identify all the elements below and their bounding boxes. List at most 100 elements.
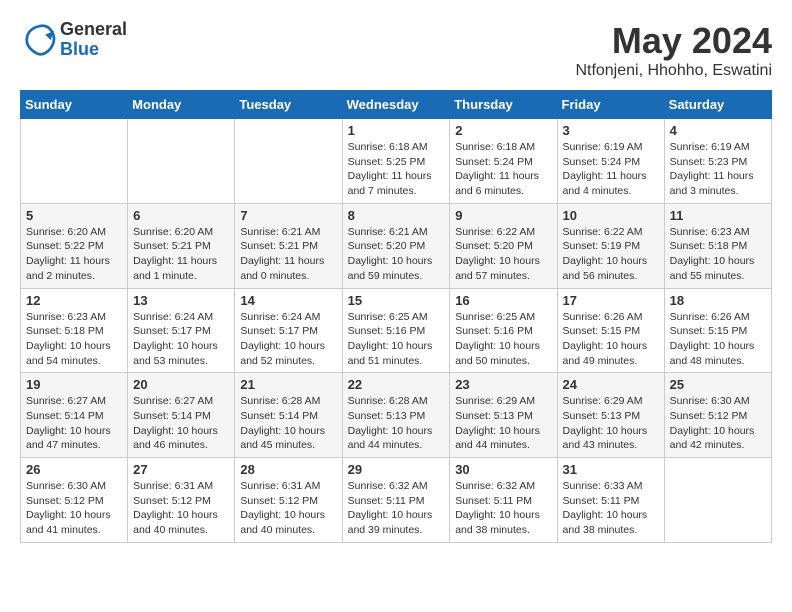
day-number: 11 xyxy=(670,208,766,223)
calendar-cell: 21 Sunrise: 6:28 AMSunset: 5:14 PMDayligh… xyxy=(235,373,342,458)
day-info: Sunrise: 6:19 AMSunset: 5:23 PMDaylight:… xyxy=(670,140,766,199)
calendar-cell: 2 Sunrise: 6:18 AMSunset: 5:24 PMDaylight… xyxy=(450,119,557,204)
subtitle: Ntfonjeni, Hhohho, Eswatini xyxy=(575,62,772,80)
calendar-cell: 11 Sunrise: 6:23 AMSunset: 5:18 PMDayligh… xyxy=(664,203,771,288)
day-info: Sunrise: 6:26 AMSunset: 5:15 PMDaylight:… xyxy=(563,310,659,369)
calendar-cell xyxy=(235,119,342,204)
calendar-cell: 31 Sunrise: 6:33 AMSunset: 5:11 PMDayligh… xyxy=(557,458,664,543)
day-number: 2 xyxy=(455,123,551,138)
day-info: Sunrise: 6:21 AMSunset: 5:21 PMDaylight:… xyxy=(240,225,336,284)
calendar-cell: 13 Sunrise: 6:24 AMSunset: 5:17 PMDayligh… xyxy=(128,288,235,373)
calendar-cell: 1 Sunrise: 6:18 AMSunset: 5:25 PMDaylight… xyxy=(342,119,450,204)
header-sunday: Sunday xyxy=(21,91,128,119)
calendar-cell: 25Sunrise: 6:30 AMSunset: 5:12 PMDayligh… xyxy=(664,373,771,458)
day-info: Sunrise: 6:30 AMSunset: 5:12 PMDaylight:… xyxy=(26,479,122,538)
day-number: 5 xyxy=(26,208,122,223)
calendar-cell: 19Sunrise: 6:27 AMSunset: 5:14 PMDayligh… xyxy=(21,373,128,458)
day-number: 1 xyxy=(348,123,445,138)
day-number: 30 xyxy=(455,462,551,477)
calendar-cell: 4 Sunrise: 6:19 AMSunset: 5:23 PMDaylight… xyxy=(664,119,771,204)
calendar-cell: 28 Sunrise: 6:31 AMSunset: 5:12 PMDayligh… xyxy=(235,458,342,543)
day-number: 21 xyxy=(240,377,336,392)
day-info: Sunrise: 6:31 AMSunset: 5:12 PMDaylight:… xyxy=(133,479,229,538)
day-info: Sunrise: 6:25 AMSunset: 5:16 PMDaylight:… xyxy=(455,310,551,369)
logo: General Blue xyxy=(20,20,127,60)
day-info: Sunrise: 6:18 AMSunset: 5:24 PMDaylight:… xyxy=(455,140,551,199)
header-monday: Monday xyxy=(128,91,235,119)
header-wednesday: Wednesday xyxy=(342,91,450,119)
day-info: Sunrise: 6:24 AMSunset: 5:17 PMDaylight:… xyxy=(240,310,336,369)
day-number: 9 xyxy=(455,208,551,223)
day-number: 16 xyxy=(455,293,551,308)
logo-blue: Blue xyxy=(60,40,127,60)
day-info: Sunrise: 6:29 AMSunset: 5:13 PMDaylight:… xyxy=(455,394,551,453)
day-info: Sunrise: 6:24 AMSunset: 5:17 PMDaylight:… xyxy=(133,310,229,369)
calendar-cell: 23 Sunrise: 6:29 AMSunset: 5:13 PMDayligh… xyxy=(450,373,557,458)
day-info: Sunrise: 6:29 AMSunset: 5:13 PMDaylight:… xyxy=(563,394,659,453)
day-info: Sunrise: 6:26 AMSunset: 5:15 PMDaylight:… xyxy=(670,310,766,369)
calendar-table: SundayMondayTuesdayWednesdayThursdayFrid… xyxy=(20,90,772,543)
calendar-cell: 22 Sunrise: 6:28 AMSunset: 5:13 PMDayligh… xyxy=(342,373,450,458)
logo-general: General xyxy=(60,20,127,40)
calendar-header-row: SundayMondayTuesdayWednesdayThursdayFrid… xyxy=(21,91,772,119)
day-number: 28 xyxy=(240,462,336,477)
day-info: Sunrise: 6:23 AMSunset: 5:18 PMDaylight:… xyxy=(670,225,766,284)
calendar-cell: 5 Sunrise: 6:20 AMSunset: 5:22 PMDaylight… xyxy=(21,203,128,288)
day-number: 6 xyxy=(133,208,229,223)
day-info: Sunrise: 6:23 AMSunset: 5:18 PMDaylight:… xyxy=(26,310,122,369)
day-info: Sunrise: 6:22 AMSunset: 5:20 PMDaylight:… xyxy=(455,225,551,284)
day-number: 8 xyxy=(348,208,445,223)
day-info: Sunrise: 6:18 AMSunset: 5:25 PMDaylight:… xyxy=(348,140,445,199)
day-info: Sunrise: 6:20 AMSunset: 5:22 PMDaylight:… xyxy=(26,225,122,284)
calendar-week-4: 19Sunrise: 6:27 AMSunset: 5:14 PMDayligh… xyxy=(21,373,772,458)
day-info: Sunrise: 6:33 AMSunset: 5:11 PMDaylight:… xyxy=(563,479,659,538)
day-info: Sunrise: 6:20 AMSunset: 5:21 PMDaylight:… xyxy=(133,225,229,284)
title-block: May 2024 Ntfonjeni, Hhohho, Eswatini xyxy=(575,20,772,80)
calendar-cell xyxy=(664,458,771,543)
calendar-cell: 9 Sunrise: 6:22 AMSunset: 5:20 PMDaylight… xyxy=(450,203,557,288)
day-number: 24 xyxy=(563,377,659,392)
day-number: 3 xyxy=(563,123,659,138)
header-friday: Friday xyxy=(557,91,664,119)
calendar-cell: 24 Sunrise: 6:29 AMSunset: 5:13 PMDayligh… xyxy=(557,373,664,458)
day-number: 15 xyxy=(348,293,445,308)
calendar-cell xyxy=(128,119,235,204)
logo-icon xyxy=(20,22,56,58)
day-info: Sunrise: 6:19 AMSunset: 5:24 PMDaylight:… xyxy=(563,140,659,199)
calendar-week-5: 26Sunrise: 6:30 AMSunset: 5:12 PMDayligh… xyxy=(21,458,772,543)
calendar-cell: 12 Sunrise: 6:23 AMSunset: 5:18 PMDayligh… xyxy=(21,288,128,373)
day-number: 23 xyxy=(455,377,551,392)
day-number: 14 xyxy=(240,293,336,308)
day-number: 10 xyxy=(563,208,659,223)
day-info: Sunrise: 6:25 AMSunset: 5:16 PMDaylight:… xyxy=(348,310,445,369)
day-number: 13 xyxy=(133,293,229,308)
day-info: Sunrise: 6:32 AMSunset: 5:11 PMDaylight:… xyxy=(348,479,445,538)
page-header: General Blue May 2024 Ntfonjeni, Hhohho,… xyxy=(20,20,772,80)
day-info: Sunrise: 6:28 AMSunset: 5:13 PMDaylight:… xyxy=(348,394,445,453)
calendar-cell: 6 Sunrise: 6:20 AMSunset: 5:21 PMDaylight… xyxy=(128,203,235,288)
day-info: Sunrise: 6:31 AMSunset: 5:12 PMDaylight:… xyxy=(240,479,336,538)
calendar-cell: 14 Sunrise: 6:24 AMSunset: 5:17 PMDayligh… xyxy=(235,288,342,373)
calendar-cell xyxy=(21,119,128,204)
calendar-cell: 16 Sunrise: 6:25 AMSunset: 5:16 PMDayligh… xyxy=(450,288,557,373)
calendar-cell: 7Sunrise: 6:21 AMSunset: 5:21 PMDaylight… xyxy=(235,203,342,288)
calendar-week-1: 1 Sunrise: 6:18 AMSunset: 5:25 PMDaylight… xyxy=(21,119,772,204)
day-info: Sunrise: 6:21 AMSunset: 5:20 PMDaylight:… xyxy=(348,225,445,284)
day-number: 18 xyxy=(670,293,766,308)
day-number: 27 xyxy=(133,462,229,477)
day-number: 31 xyxy=(563,462,659,477)
calendar-cell: 3 Sunrise: 6:19 AMSunset: 5:24 PMDaylight… xyxy=(557,119,664,204)
calendar-cell: 8 Sunrise: 6:21 AMSunset: 5:20 PMDaylight… xyxy=(342,203,450,288)
header-thursday: Thursday xyxy=(450,91,557,119)
day-info: Sunrise: 6:28 AMSunset: 5:14 PMDaylight:… xyxy=(240,394,336,453)
day-number: 12 xyxy=(26,293,122,308)
day-info: Sunrise: 6:27 AMSunset: 5:14 PMDaylight:… xyxy=(26,394,122,453)
day-number: 17 xyxy=(563,293,659,308)
day-info: Sunrise: 6:22 AMSunset: 5:19 PMDaylight:… xyxy=(563,225,659,284)
calendar-cell: 29Sunrise: 6:32 AMSunset: 5:11 PMDayligh… xyxy=(342,458,450,543)
day-number: 22 xyxy=(348,377,445,392)
day-info: Sunrise: 6:30 AMSunset: 5:12 PMDaylight:… xyxy=(670,394,766,453)
calendar-cell: 30Sunrise: 6:32 AMSunset: 5:11 PMDayligh… xyxy=(450,458,557,543)
day-number: 4 xyxy=(670,123,766,138)
calendar-cell: 10 Sunrise: 6:22 AMSunset: 5:19 PMDayligh… xyxy=(557,203,664,288)
